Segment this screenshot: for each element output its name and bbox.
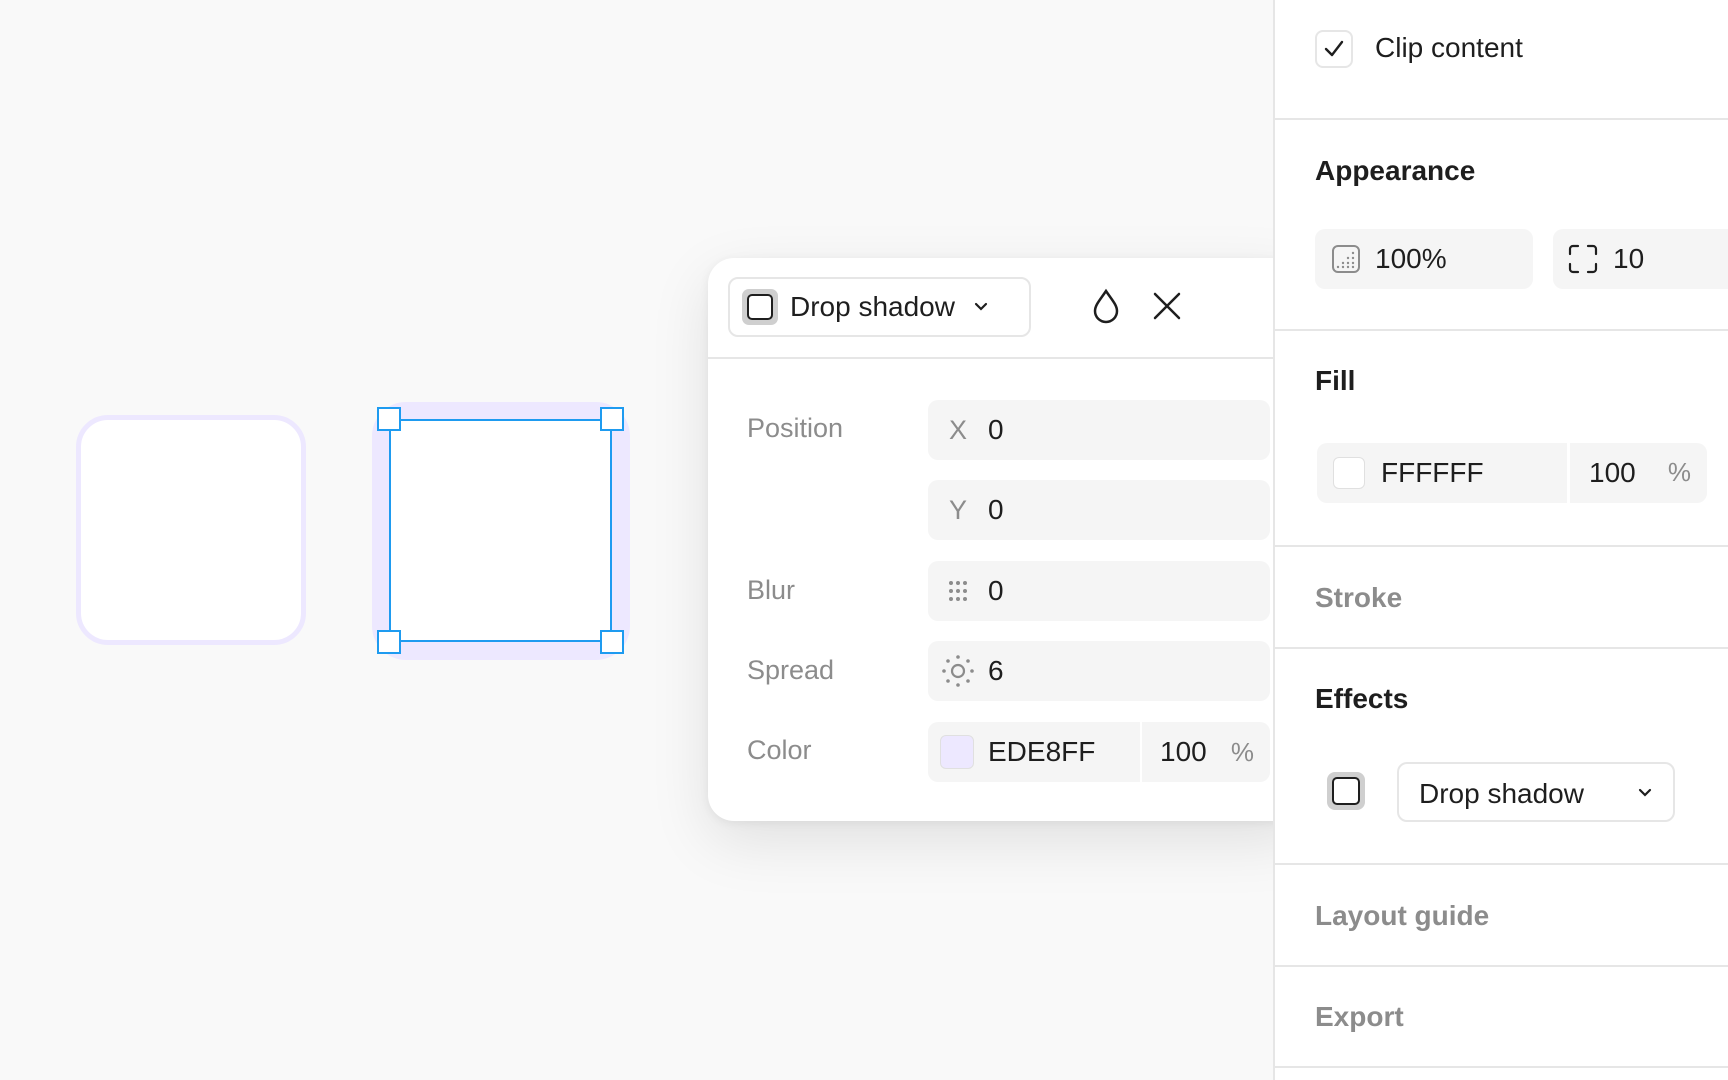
shadow-color-opacity[interactable]: 100 [1160, 736, 1207, 768]
section-divider [1275, 118, 1728, 120]
chevron-down-icon [1637, 782, 1653, 805]
effect-toggle-icon[interactable] [742, 289, 778, 325]
effect-type-label: Drop shadow [790, 291, 955, 322]
frame-selected[interactable] [389, 419, 612, 642]
fill-hex-value[interactable]: FFFFFF [1381, 457, 1484, 489]
corner-radius-value[interactable]: 10 [1613, 243, 1644, 275]
spread-sun-icon [928, 653, 988, 689]
shadow-x-field[interactable]: X 0 [928, 400, 1270, 460]
resize-handle-top-right[interactable] [600, 407, 624, 431]
stroke-title[interactable]: Stroke [1315, 582, 1402, 614]
color-label: Color [747, 735, 812, 765]
section-divider [1275, 863, 1728, 865]
field-divider [1567, 443, 1570, 503]
field-divider [1140, 722, 1142, 782]
popover-header: Drop shadow [708, 258, 1308, 359]
position-label: Position [747, 413, 844, 443]
resize-handle-bottom-right[interactable] [600, 630, 624, 654]
frame-unselected[interactable] [76, 415, 306, 645]
clip-content-checkbox[interactable] [1315, 30, 1353, 68]
properties-panel: Clip content Appearance 100% 10 Fill FFF… [1273, 0, 1728, 1080]
spread-label: Spread [747, 655, 835, 685]
section-divider [1275, 545, 1728, 547]
corner-radius-field[interactable]: 10 [1553, 229, 1728, 289]
opacity-icon [1331, 244, 1361, 274]
shadow-spread-field[interactable]: 6 [928, 641, 1270, 701]
percent-sign: % [1667, 457, 1691, 487]
opacity-value[interactable]: 100% [1375, 243, 1447, 275]
y-prefix: Y [948, 494, 967, 525]
chevron-down-icon [973, 296, 989, 319]
section-divider [1275, 1066, 1728, 1068]
color-swatch[interactable] [940, 735, 974, 769]
shadow-y-field[interactable]: Y 0 [928, 480, 1270, 540]
fill-color-swatch[interactable] [1333, 457, 1365, 489]
export-title[interactable]: Export [1315, 1001, 1404, 1033]
effect-type-select[interactable]: Drop shadow [728, 277, 1031, 337]
opacity-field[interactable]: 100% [1315, 229, 1533, 289]
blur-label: Blur [747, 575, 796, 605]
fill-title: Fill [1315, 365, 1356, 396]
shadow-color-hex[interactable]: EDE8FF [988, 736, 1095, 768]
opacity-drop-icon[interactable] [1086, 286, 1126, 326]
effect-settings-popover: Drop shadow Position X 0 Y 0 Blur 0 Spre… [708, 258, 1308, 821]
layout-guide-title[interactable]: Layout guide [1315, 900, 1489, 932]
effect-toggle-icon[interactable] [1327, 772, 1365, 810]
close-icon[interactable] [1147, 286, 1187, 326]
blur-dots-icon [928, 578, 988, 604]
percent-sign: % [1230, 736, 1254, 767]
section-divider [1275, 647, 1728, 649]
app: Drop shadow Position X 0 Y 0 Blur 0 Spre… [0, 0, 1728, 1080]
section-divider [1275, 329, 1728, 331]
shadow-y-value[interactable]: 0 [988, 494, 1004, 526]
shadow-x-value[interactable]: 0 [988, 414, 1004, 446]
effects-title: Effects [1315, 683, 1409, 714]
shadow-blur-value[interactable]: 0 [988, 575, 1004, 607]
x-prefix: X [948, 414, 967, 445]
fill-field[interactable]: FFFFFF 100 % [1317, 443, 1707, 503]
checkmark-icon [1324, 40, 1344, 57]
effect-type-select[interactable]: Drop shadow [1397, 762, 1675, 822]
resize-handle-bottom-left[interactable] [377, 630, 401, 654]
fill-opacity-value[interactable]: 100 [1589, 457, 1636, 489]
clip-content-label: Clip content [1375, 32, 1523, 63]
appearance-title: Appearance [1315, 155, 1476, 186]
shadow-spread-value[interactable]: 6 [988, 655, 1004, 687]
corner-radius-icon [1567, 243, 1599, 275]
shadow-blur-field[interactable]: 0 [928, 561, 1270, 621]
effect-type-label: Drop shadow [1419, 778, 1584, 809]
shadow-color-field[interactable]: EDE8FF 100 % [928, 722, 1270, 782]
section-divider [1275, 965, 1728, 967]
resize-handle-top-left[interactable] [377, 407, 401, 431]
